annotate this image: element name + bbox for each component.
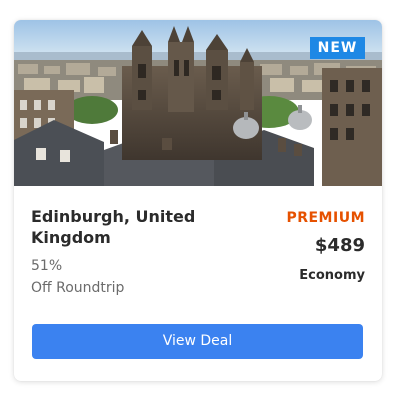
destination-title: Edinburgh, United Kingdom: [31, 207, 196, 247]
cabin-class: Economy: [299, 268, 365, 283]
tier-label: PREMIUM: [286, 210, 365, 226]
discount-label: Off Roundtrip: [31, 280, 125, 296]
price: $489: [314, 235, 365, 256]
discount-percent: 51%: [31, 258, 63, 274]
destination-photo: NEW: [14, 20, 382, 186]
new-badge: NEW: [310, 37, 365, 59]
deal-card[interactable]: NEW Edinburgh, United Kingdom 51% Off Ro…: [14, 20, 382, 381]
view-deal-button[interactable]: View Deal: [32, 324, 363, 359]
